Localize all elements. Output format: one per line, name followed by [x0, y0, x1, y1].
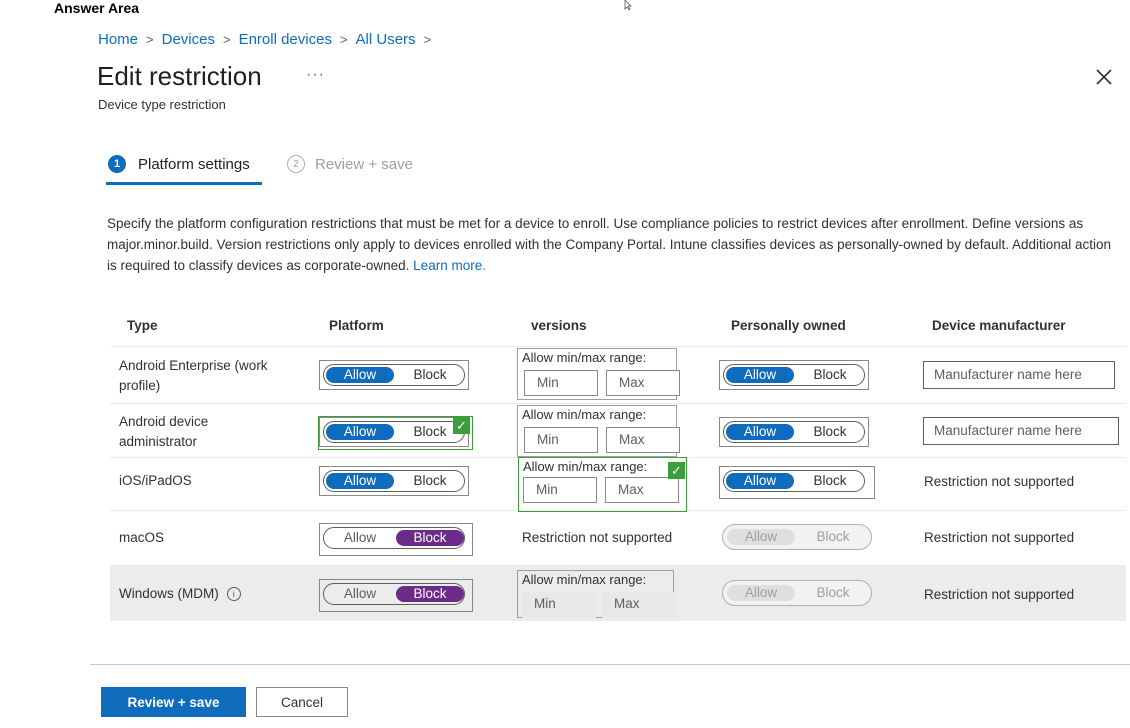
checkmark-icon: ✓ — [453, 417, 470, 434]
close-icon[interactable] — [1093, 66, 1115, 88]
allow-option[interactable]: Allow — [326, 586, 394, 602]
description-text: Specify the platform configuration restr… — [107, 213, 1117, 276]
step-number-2: 2 — [287, 155, 305, 173]
manufacturer-not-supported-windows: Restriction not supported — [924, 587, 1075, 602]
min-version-input[interactable]: Min — [524, 427, 598, 453]
row-type-macos: macOS — [119, 530, 165, 545]
max-version-input: Max — [602, 592, 676, 618]
step-label-review-save: Review + save — [315, 155, 413, 173]
step-number-1: 1 — [108, 155, 126, 173]
block-option[interactable]: Block — [396, 530, 464, 546]
manufacturer-not-supported-ios: Restriction not supported — [924, 474, 1075, 489]
block-option[interactable]: Block — [396, 367, 464, 383]
column-header-platform: Platform — [329, 318, 384, 333]
manufacturer-input-android-enterprise[interactable]: Manufacturer name here — [923, 361, 1115, 389]
block-option[interactable]: Block — [796, 424, 864, 440]
manufacturer-not-supported-macos: Restriction not supported — [924, 530, 1075, 545]
tab-review-save[interactable]: 2 Review + save — [287, 155, 413, 173]
min-version-input[interactable]: Min — [523, 477, 597, 503]
mouse-cursor-icon — [624, 0, 632, 10]
column-header-personally-owned: Personally owned — [731, 318, 846, 333]
max-version-input[interactable]: Max — [606, 427, 680, 453]
breadcrumb-devices[interactable]: Devices — [162, 31, 215, 48]
platform-toggle-macos[interactable]: Allow Block — [319, 523, 473, 556]
personally-owned-toggle-android-enterprise[interactable]: Allow Block — [719, 360, 869, 390]
allow-option[interactable]: Allow — [326, 530, 394, 546]
more-options-button[interactable]: ··· — [306, 66, 325, 84]
range-label: Allow min/max range: — [523, 459, 648, 474]
block-option[interactable]: Block — [396, 473, 464, 489]
allow-option[interactable]: Allow — [726, 424, 794, 440]
page-subtitle: Device type restriction — [98, 97, 226, 112]
allow-option[interactable]: Allow — [726, 367, 794, 383]
breadcrumb-home[interactable]: Home — [98, 31, 138, 48]
active-step-indicator — [106, 182, 262, 185]
block-option: Block — [816, 529, 850, 544]
max-version-input[interactable]: Max — [606, 370, 680, 396]
block-option: Block — [816, 585, 850, 600]
row-type-android-device-admin: Android device administrator — [119, 414, 209, 449]
max-version-input[interactable]: Max — [605, 477, 679, 503]
min-version-input[interactable]: Min — [524, 370, 598, 396]
page-title: Edit restriction — [97, 61, 262, 91]
row-divider — [110, 346, 1126, 347]
column-header-type: Type — [127, 318, 158, 333]
allow-option: Allow — [727, 529, 795, 545]
allow-option[interactable]: Allow — [326, 473, 394, 489]
block-option[interactable]: Block — [796, 367, 864, 383]
breadcrumb: Home > Devices > Enroll devices > All Users… — [98, 31, 432, 48]
footer-divider — [90, 664, 1130, 665]
tab-platform-settings[interactable]: 1 Platform settings — [108, 155, 250, 173]
row-type-android-enterprise: Android Enterprise (work profile) — [119, 358, 268, 393]
range-label: Allow min/max range: — [522, 407, 647, 422]
column-header-versions: versions — [531, 318, 587, 333]
platform-toggle-android-device-admin[interactable]: Allow Block — [319, 417, 469, 447]
versions-not-supported-macos: Restriction not supported — [522, 530, 673, 545]
info-icon[interactable]: i — [226, 587, 241, 601]
version-range-windows: Allow min/max range: Min Max — [517, 570, 676, 618]
range-label: Allow min/max range: — [522, 572, 647, 587]
version-range-android-enterprise: Allow min/max range: Min Max — [517, 348, 680, 400]
description-body: Specify the platform configuration restr… — [107, 216, 1112, 273]
allow-option: Allow — [727, 585, 795, 601]
version-range-ios: Allow min/max range: Min Max — [519, 458, 685, 510]
range-label: Allow min/max range: — [522, 350, 647, 365]
row-divider — [110, 403, 1126, 404]
column-header-device-manufacturer: Device manufacturer — [932, 318, 1066, 333]
review-save-button[interactable]: Review + save — [101, 687, 246, 717]
breadcrumb-enroll-devices[interactable]: Enroll devices — [239, 31, 332, 48]
personally-owned-toggle-macos: Allow Block — [722, 524, 872, 550]
platform-toggle-windows[interactable]: Allow Block — [319, 579, 473, 612]
checkmark-icon: ✓ — [668, 462, 685, 479]
platform-toggle-android-enterprise[interactable]: Allow Block — [319, 360, 469, 390]
answer-area-label: Answer Area — [54, 0, 140, 16]
platform-toggle-ios[interactable]: Allow Block — [319, 466, 469, 496]
personally-owned-toggle-windows: Allow Block — [722, 580, 872, 606]
learn-more-link[interactable]: Learn more. — [413, 258, 486, 273]
block-option[interactable]: Block — [396, 586, 464, 602]
block-option[interactable]: Block — [796, 473, 864, 489]
breadcrumb-all-users[interactable]: All Users — [356, 31, 416, 48]
row-type-windows: Windows (MDM) i — [119, 584, 241, 604]
min-version-input: Min — [522, 592, 596, 618]
manufacturer-input-android-device-admin[interactable]: Manufacturer name here — [923, 417, 1119, 445]
allow-option[interactable]: Allow — [726, 473, 794, 489]
allow-option[interactable]: Allow — [326, 424, 394, 440]
version-range-android-device-admin: Allow min/max range: Min Max — [517, 405, 680, 457]
step-label-platform-settings: Platform settings — [138, 155, 250, 173]
cancel-button[interactable]: Cancel — [256, 687, 348, 717]
row-type-windows-label: Windows (MDM) — [119, 586, 219, 601]
row-type-ios: iOS/iPadOS — [119, 473, 192, 488]
personally-owned-toggle-android-device-admin[interactable]: Allow Block — [719, 417, 869, 447]
personally-owned-toggle-ios[interactable]: Allow Block — [719, 466, 875, 499]
allow-option[interactable]: Allow — [326, 367, 394, 383]
